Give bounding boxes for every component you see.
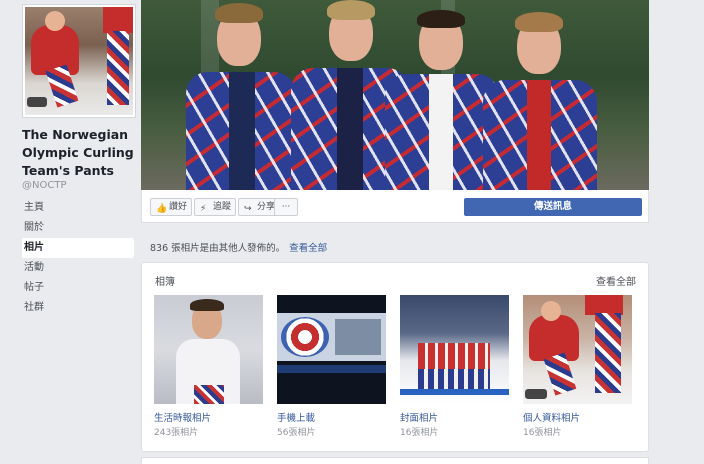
- album-thumbnail[interactable]: [400, 295, 509, 404]
- album-item[interactable]: 生活時報相片 243張相片: [154, 295, 263, 438]
- album-count: 243張相片: [154, 428, 199, 438]
- album-name[interactable]: 個人資料相片: [523, 410, 632, 424]
- cover-person-1: [181, 0, 301, 190]
- share-label: 分享: [257, 202, 276, 212]
- album-name[interactable]: 手機上載: [277, 410, 386, 424]
- cover-person-4: [479, 0, 599, 190]
- profile-photo-image: [25, 7, 133, 115]
- page-title[interactable]: The Norwegian Olympic Curling Team's Pan…: [22, 126, 137, 180]
- page-action-bar: 👍 讚好 ⚡ 追蹤 ↪ 分享 ··· 傳送訊息: [141, 190, 649, 223]
- nav-item-photos[interactable]: 相片: [22, 238, 134, 258]
- more-dots-icon: ···: [281, 202, 291, 212]
- cover-photo[interactable]: [141, 0, 649, 190]
- share-arrow-icon: ↪: [244, 204, 252, 214]
- thumbs-up-icon: 👍: [156, 204, 168, 214]
- album-count: 56張相片: [277, 428, 316, 438]
- page-nav: 主頁 關於 相片 活動 帖子 社群: [22, 198, 134, 318]
- album-item[interactable]: 手機上載 56張相片: [277, 295, 386, 438]
- albums-card: 相簿 查看全部 生活時報相片 243張相片 手機上載 56張相片 封面相片 16…: [141, 262, 649, 452]
- nav-item-posts[interactable]: 帖子: [22, 278, 134, 298]
- photos-by-others-note: 836 張相片是由其他人發佈的。 查看全部: [150, 240, 327, 254]
- page-handle[interactable]: @NOCTP: [22, 180, 66, 191]
- send-message-button[interactable]: 傳送訊息: [464, 198, 642, 216]
- album-thumbnail[interactable]: [154, 295, 263, 404]
- follow-label: 追蹤: [213, 202, 232, 212]
- nav-item-home[interactable]: 主頁: [22, 198, 134, 218]
- album-count: 16張相片: [400, 428, 439, 438]
- photos-note-text: 836 張相片是由其他人發佈的。: [150, 243, 286, 254]
- more-options-button[interactable]: ···: [274, 198, 298, 216]
- nav-item-about[interactable]: 關於: [22, 218, 134, 238]
- album-thumbnail[interactable]: [523, 295, 632, 404]
- left-column: The Norwegian Olympic Curling Team's Pan…: [0, 0, 140, 464]
- follow-button[interactable]: ⚡ 追蹤: [194, 198, 236, 216]
- album-name[interactable]: 生活時報相片: [154, 410, 263, 424]
- profile-picture[interactable]: [22, 4, 136, 118]
- nav-item-events[interactable]: 活動: [22, 258, 134, 278]
- like-button[interactable]: 👍 讚好: [150, 198, 192, 216]
- album-thumbnail[interactable]: [277, 295, 386, 404]
- next-section-card: [141, 457, 649, 464]
- see-all-photos-link[interactable]: 查看全部: [289, 243, 327, 254]
- album-count: 16張相片: [523, 428, 562, 438]
- like-label: 讚好: [169, 202, 188, 212]
- album-name[interactable]: 封面相片: [400, 410, 509, 424]
- album-item[interactable]: 個人資料相片 16張相片: [523, 295, 632, 438]
- albums-title: 相簿: [155, 277, 175, 288]
- album-item[interactable]: 封面相片 16張相片: [400, 295, 509, 438]
- nav-item-community[interactable]: 社群: [22, 298, 134, 318]
- albums-see-all-link[interactable]: 查看全部: [596, 273, 636, 288]
- rss-icon: ⚡: [200, 204, 207, 214]
